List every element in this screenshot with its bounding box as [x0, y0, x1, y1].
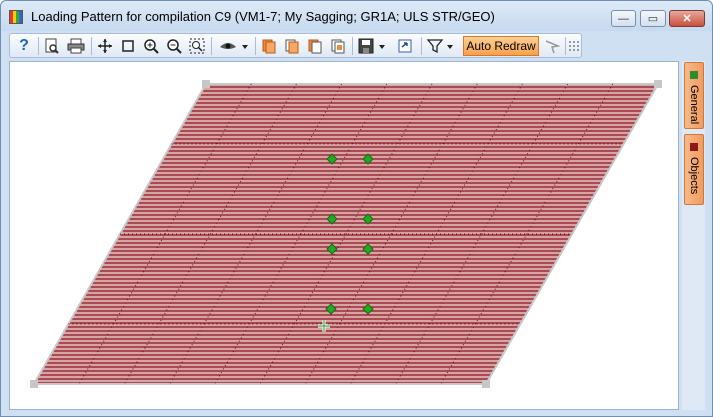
help-icon[interactable]: ?: [14, 36, 34, 55]
app-window: Loading Pattern for compilation C9 (VM1-…: [0, 0, 713, 417]
corner-marker: [482, 380, 490, 388]
toolbar-separator: [255, 37, 256, 55]
corner-marker: [654, 80, 662, 88]
loading-pattern-drawing: [30, 80, 662, 388]
toolbar-separator: [38, 37, 39, 55]
tab-objects-label: Objects: [688, 157, 700, 195]
window-title: Loading Pattern for compilation C9 (VM1-…: [31, 9, 495, 24]
corner-marker: [202, 80, 210, 88]
filter-icon[interactable]: [424, 36, 458, 55]
general-square-icon: [690, 71, 698, 79]
title-bar[interactable]: Loading Pattern for compilation C9 (VM1-…: [1, 1, 712, 31]
select-rectangle-icon[interactable]: [118, 36, 138, 55]
corner-marker: [30, 380, 38, 388]
print-preview-icon[interactable]: [42, 36, 62, 55]
pan-icon[interactable]: [95, 36, 115, 55]
main-toolbar: ? Auto Redraw: [9, 33, 582, 58]
zoom-in-icon[interactable]: [141, 36, 161, 55]
view-eye-icon[interactable]: [215, 36, 251, 55]
tab-general[interactable]: General: [684, 62, 704, 129]
toolbar-separator: [91, 37, 92, 55]
save-icon[interactable]: [356, 36, 390, 55]
zoom-extents-icon[interactable]: [187, 36, 207, 55]
paste-alt-icon[interactable]: [328, 36, 348, 55]
drawing-canvas[interactable]: [9, 61, 679, 410]
copy-icon[interactable]: [259, 36, 279, 55]
print-icon[interactable]: [65, 36, 87, 55]
minimize-button[interactable]: —: [611, 10, 636, 27]
side-panel-tabs: General Objects: [682, 61, 705, 410]
tab-general-label: General: [688, 85, 700, 125]
app-icon: [9, 10, 23, 24]
copy-alt-icon[interactable]: [282, 36, 302, 55]
refresh-icon[interactable]: [395, 36, 417, 55]
toolbar-separator: [421, 37, 422, 55]
toolbar-separator: [352, 37, 353, 55]
tab-objects[interactable]: Objects: [684, 134, 704, 205]
auto-redraw-button[interactable]: Auto Redraw: [463, 36, 539, 56]
toolbar-separator: [211, 37, 212, 55]
pointer-icon[interactable]: [542, 36, 562, 55]
toolbar-separator: [565, 37, 566, 55]
close-button[interactable]: ✕: [669, 10, 705, 27]
slab-panel: [30, 80, 662, 388]
objects-square-icon: [690, 143, 698, 151]
grid-icon[interactable]: [567, 36, 581, 55]
zoom-out-icon[interactable]: [164, 36, 184, 55]
paste-icon[interactable]: [305, 36, 325, 55]
maximize-button[interactable]: ▭: [640, 10, 666, 27]
